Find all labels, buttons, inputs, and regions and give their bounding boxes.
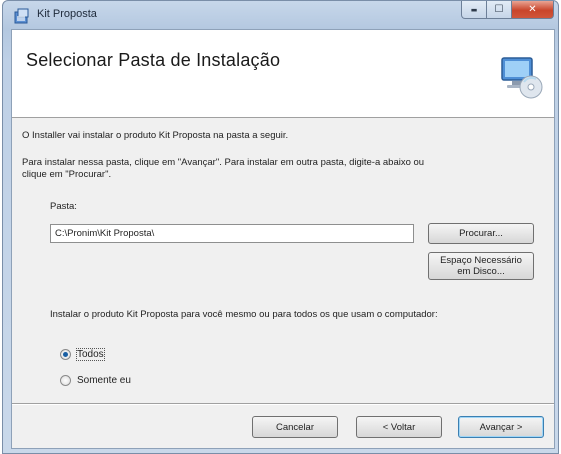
disk-space-button[interactable]: Espaço Necessário em Disco... bbox=[428, 252, 534, 280]
radio-button-selected[interactable] bbox=[60, 349, 71, 360]
dialog-client-area: Selecionar Pasta de Instalação O Install… bbox=[11, 29, 555, 449]
intro-text: O Installer vai instalar o produto Kit P… bbox=[22, 130, 289, 141]
instructions-line-2: clique em "Procurar". bbox=[22, 169, 112, 180]
maximize-button[interactable]: ☐ bbox=[487, 1, 512, 19]
dialog-header: Selecionar Pasta de Instalação bbox=[12, 30, 554, 118]
install-for-question: Instalar o produto Kit Proposta para voc… bbox=[50, 309, 438, 320]
page-title: Selecionar Pasta de Instalação bbox=[26, 50, 281, 70]
maximize-icon: ☐ bbox=[494, 4, 504, 15]
radio-dot-icon bbox=[63, 352, 68, 357]
radio-option-todos[interactable]: Todos bbox=[60, 348, 105, 361]
computer-disc-icon bbox=[501, 57, 543, 99]
folder-label: Pasta: bbox=[50, 201, 77, 212]
installer-window: Kit Proposta ▬ ☐ ✕ Selecionar Pasta de I… bbox=[2, 0, 559, 454]
close-button[interactable]: ✕ bbox=[512, 1, 554, 19]
radio-label-todos: Todos bbox=[76, 348, 105, 361]
close-icon: ✕ bbox=[528, 4, 537, 15]
minimize-icon: ▬ bbox=[470, 5, 478, 14]
folder-path-input[interactable] bbox=[50, 224, 414, 243]
installer-app-icon bbox=[14, 8, 29, 24]
cancel-button[interactable]: Cancelar bbox=[252, 416, 338, 438]
back-button[interactable]: < Voltar bbox=[356, 416, 442, 438]
footer-separator bbox=[12, 403, 554, 405]
browse-button[interactable]: Procurar... bbox=[428, 223, 534, 244]
window-controls: ▬ ☐ ✕ bbox=[461, 1, 554, 21]
radio-label-somente-eu: Somente eu bbox=[77, 375, 131, 386]
radio-button-unselected[interactable] bbox=[60, 375, 71, 386]
minimize-button[interactable]: ▬ bbox=[461, 1, 487, 19]
title-bar[interactable]: Kit Proposta ▬ ☐ ✕ bbox=[3, 1, 558, 29]
next-button[interactable]: Avançar > bbox=[458, 416, 544, 438]
window-title: Kit Proposta bbox=[37, 8, 97, 20]
radio-option-somente-eu[interactable]: Somente eu bbox=[60, 375, 131, 386]
instructions-line-1: Para instalar nessa pasta, clique em "Av… bbox=[22, 157, 425, 168]
